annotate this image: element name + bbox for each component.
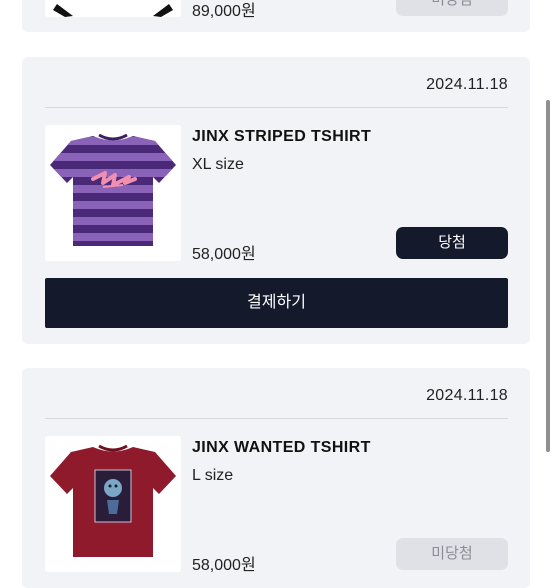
order-date: 2024.11.18 — [426, 387, 508, 404]
striped-tshirt-icon — [50, 133, 176, 246]
product-price: 89,000원 — [192, 3, 256, 20]
order-date: 2024.11.18 — [426, 76, 508, 93]
order-card: 89,000원 미당첨 — [22, 0, 530, 32]
product-size: L size — [192, 467, 234, 484]
product-price: 58,000원 — [192, 557, 256, 574]
product-size: XL size — [192, 156, 244, 173]
product-image[interactable] — [45, 125, 181, 261]
wanted-tshirt-icon — [50, 444, 176, 557]
product-image[interactable] — [45, 436, 181, 572]
product-price: 58,000원 — [192, 246, 256, 263]
product-name: JINX STRIPED TSHIRT — [192, 128, 372, 145]
divider — [45, 418, 508, 419]
product-image[interactable] — [45, 0, 181, 17]
divider — [45, 107, 508, 108]
status-badge: 미당첨 — [396, 538, 508, 570]
status-badge-won: 당첨 — [396, 227, 508, 259]
scrollbar[interactable] — [546, 100, 550, 452]
order-card: 2024.11.18 JINX STRIPED TSHIRT XL size 5… — [22, 57, 530, 344]
product-name: JINX WANTED TSHIRT — [192, 439, 371, 456]
pay-button[interactable]: 결제하기 — [45, 278, 508, 328]
status-badge: 미당첨 — [396, 0, 508, 16]
tshirt-icon — [53, 4, 173, 17]
order-card: 2024.11.18 JINX WANTED TSHIRT L size 58,… — [22, 368, 530, 588]
